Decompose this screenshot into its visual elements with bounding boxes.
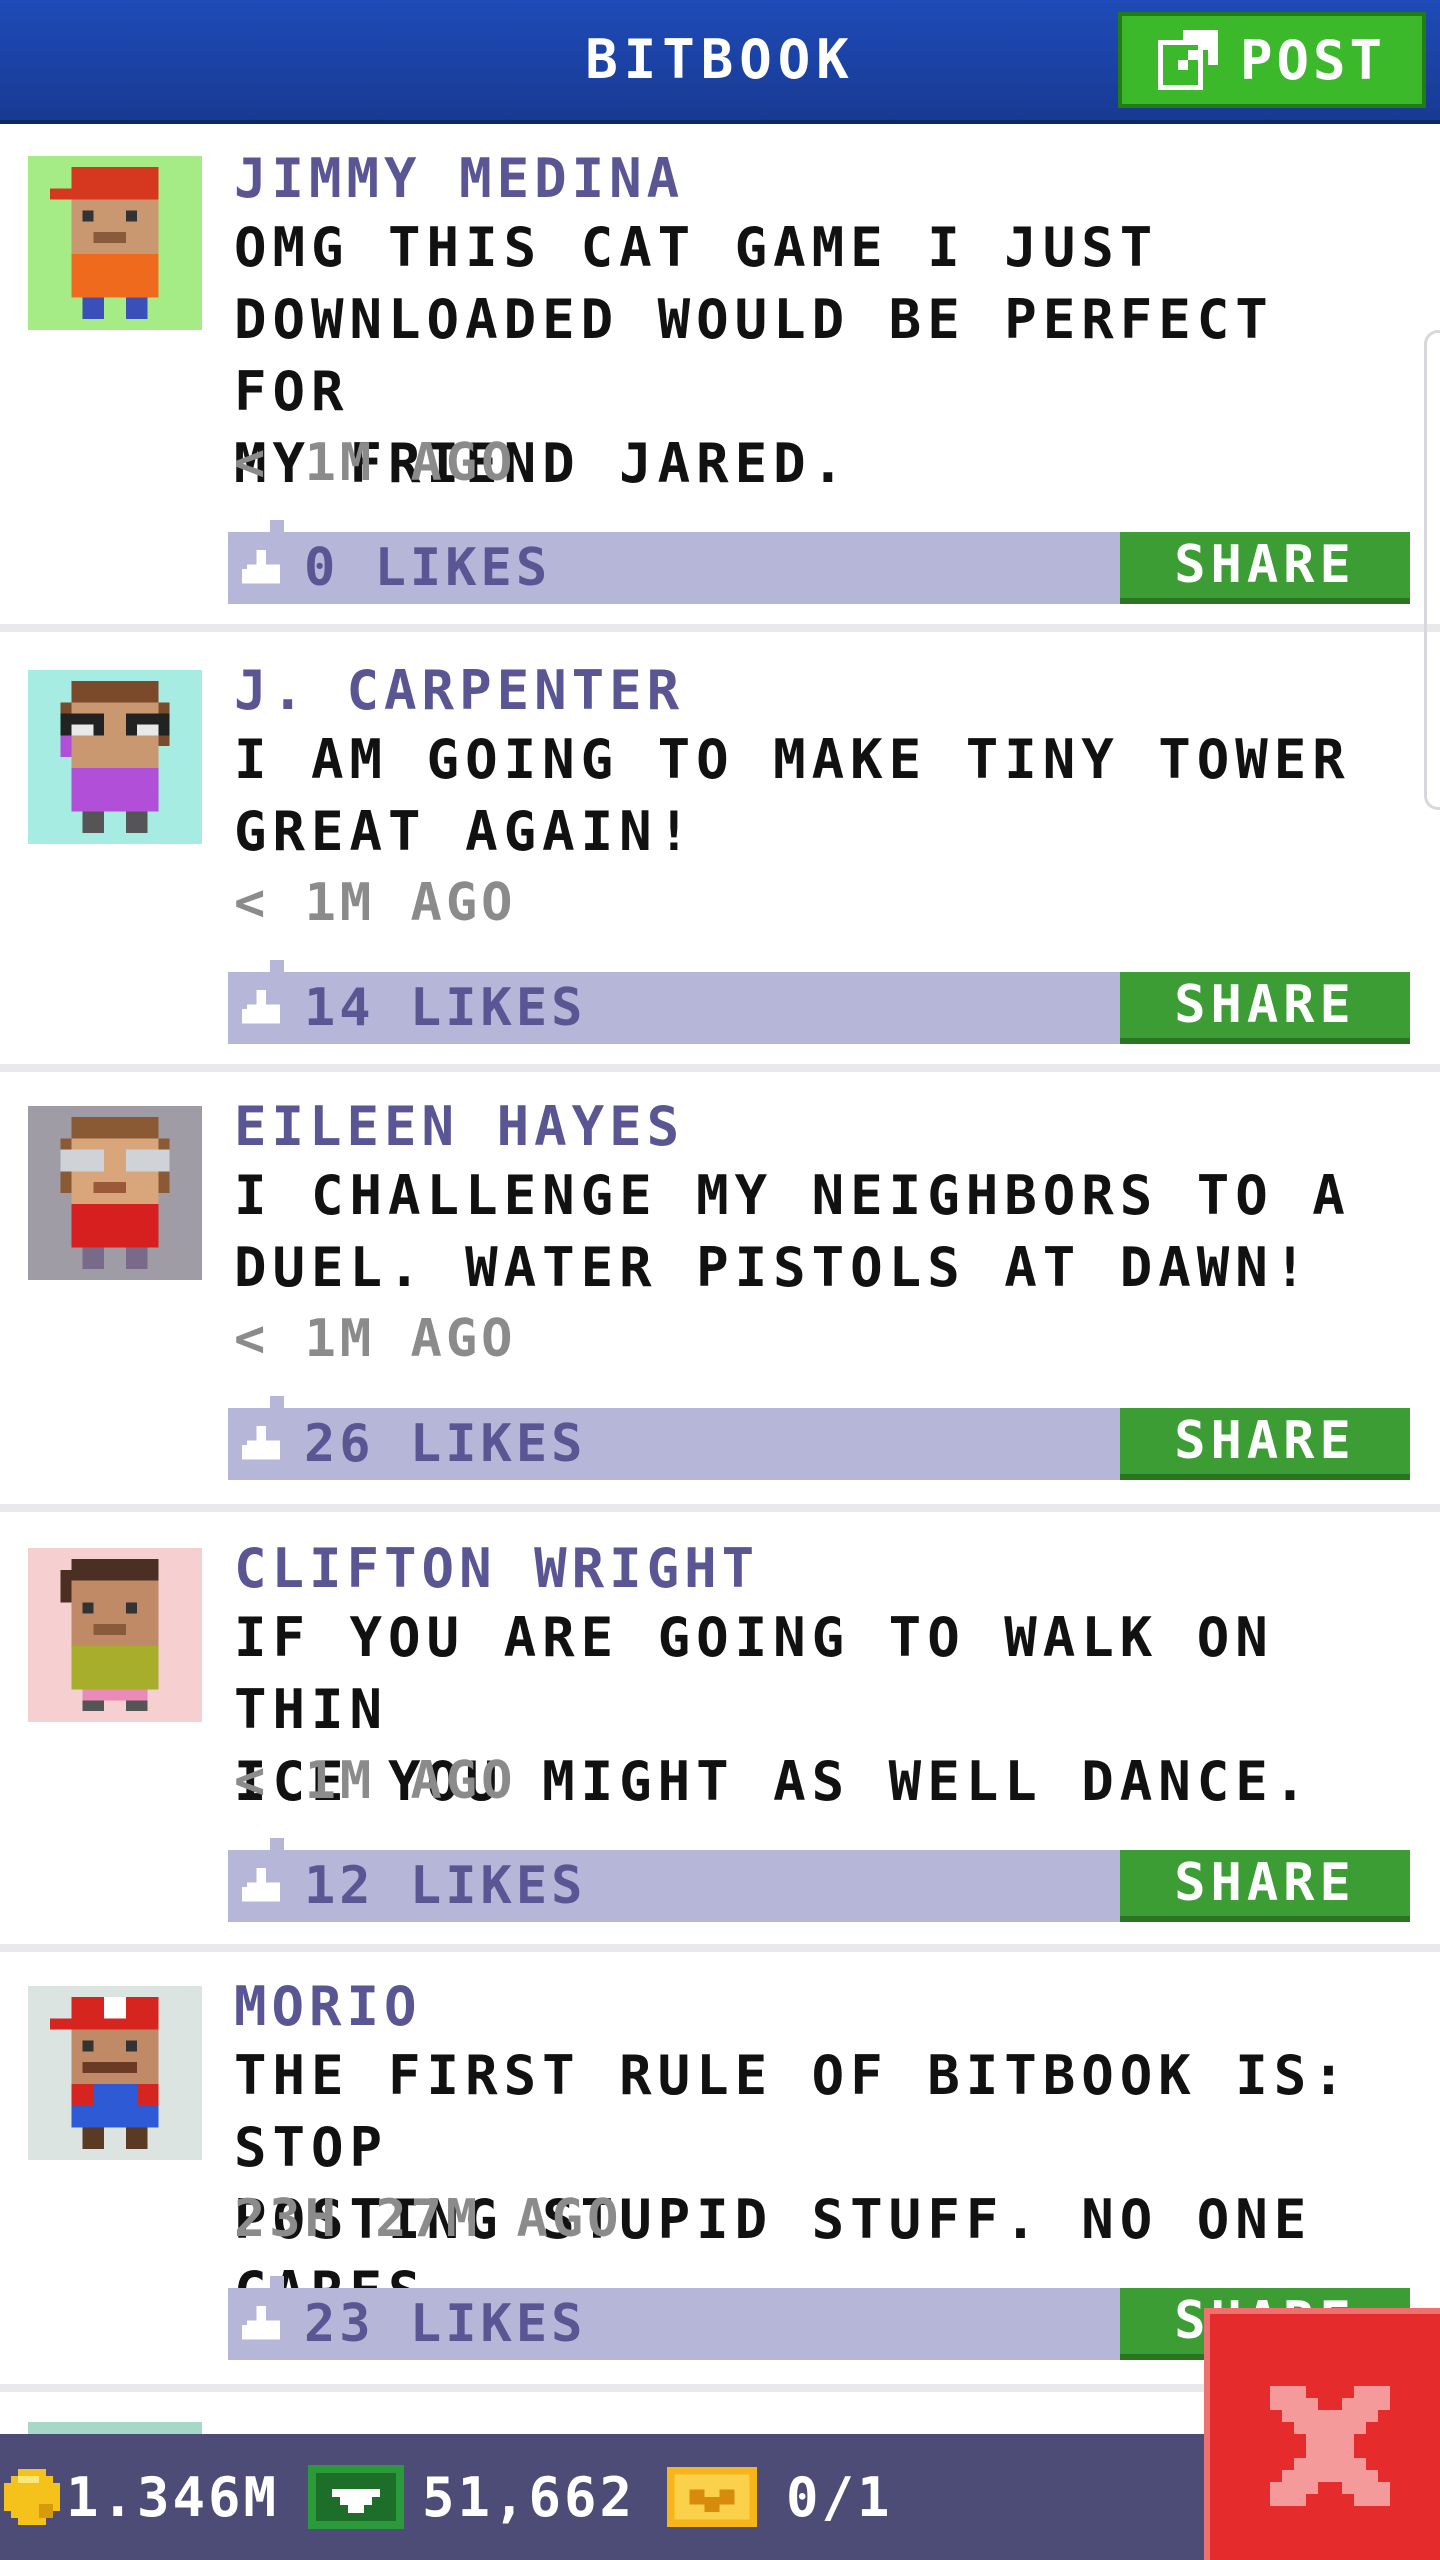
likes-count: 12 LIKES [304, 1856, 587, 1916]
post-item: JIMMY MEDINA OMG THIS CAT GAME I JUST DO… [0, 124, 1440, 634]
likes-count: 0 LIKES [304, 538, 552, 598]
post-timestamp: < 1M AGO [234, 1751, 517, 1811]
post-timestamp: < 1M AGO [234, 1309, 517, 1369]
share-button[interactable]: SHARE [1120, 532, 1410, 604]
post-button-label: POST [1239, 28, 1387, 92]
avatar [28, 156, 202, 330]
like-icon[interactable] [242, 550, 280, 588]
post-feed[interactable]: JIMMY MEDINA OMG THIS CAT GAME I JUST DO… [0, 124, 1440, 2434]
share-button[interactable]: SHARE [1120, 1850, 1410, 1922]
like-icon[interactable] [242, 1868, 280, 1906]
edit-icon [1157, 30, 1218, 90]
likes-bar: 12 LIKES SHARE [228, 1838, 1410, 1922]
post-author[interactable]: CLIFTON WRIGHT [234, 1534, 759, 1604]
avatar [28, 1548, 202, 1722]
likes-count: 14 LIKES [304, 978, 587, 1038]
post-item: CLIFTON WRIGHT IF YOU ARE GOING TO WALK … [0, 1514, 1440, 1954]
post-message: I AM GOING TO MAKE TINY TOWER GREAT AGAI… [234, 728, 1351, 863]
scrollbar[interactable] [1424, 330, 1440, 810]
divider [0, 1504, 1440, 1512]
likes-bar: 0 LIKES SHARE [228, 520, 1410, 604]
close-icon [1270, 2386, 1390, 2506]
bux-value: 51,662 [422, 2465, 636, 2529]
likes-count: 23 LIKES [304, 2294, 587, 2354]
post-author[interactable]: JIMMY MEDINA [234, 144, 684, 214]
likes-bar: 14 LIKES SHARE [228, 960, 1410, 1044]
post-message: I CHALLENGE MY NEIGHBORS TO A DUEL. WATE… [234, 1164, 1351, 1299]
post-author[interactable]: MORIO [234, 1972, 422, 2042]
post-author[interactable]: EILEEN HAYES [234, 1092, 684, 1162]
ticket-icon [667, 2467, 757, 2527]
likes-count: 26 LIKES [304, 1414, 587, 1474]
divider [0, 1064, 1440, 1072]
like-icon[interactable] [242, 2306, 280, 2344]
divider [0, 1944, 1440, 1952]
divider [0, 624, 1440, 632]
close-button[interactable] [1204, 2308, 1440, 2560]
like-icon[interactable] [242, 990, 280, 1028]
bux-display: 51,662 [308, 2434, 635, 2560]
post-item: J. CARPENTER I AM GOING TO MAKE TINY TOW… [0, 634, 1440, 1074]
post-item: EILEEN HAYES I CHALLENGE MY NEIGHBORS TO… [0, 1074, 1440, 1514]
tickets-display: 0/1 [666, 2434, 893, 2560]
tickets-value: 0/1 [786, 2465, 893, 2529]
header-bar: BITBOOK POST [0, 0, 1440, 124]
coin-icon [4, 2469, 60, 2525]
post-timestamp: < 1M AGO [234, 433, 517, 493]
coins-value: 1.346M [66, 2465, 280, 2529]
avatar [28, 1986, 202, 2160]
avatar [28, 670, 202, 844]
avatar [28, 2422, 202, 2434]
like-icon[interactable] [242, 1426, 280, 1464]
bux-icon [308, 2465, 404, 2529]
post-author[interactable]: J. CARPENTER [234, 656, 684, 726]
share-button[interactable]: SHARE [1120, 972, 1410, 1044]
post-button[interactable]: POST [1118, 12, 1426, 108]
likes-bar: 26 LIKES SHARE [228, 1396, 1410, 1480]
post-timestamp: < 1M AGO [234, 873, 517, 933]
coins-display: 1.346M [4, 2434, 279, 2560]
share-button[interactable]: SHARE [1120, 1408, 1410, 1480]
post-timestamp: 23H 27M AGO [234, 2189, 623, 2249]
avatar [28, 1106, 202, 1280]
